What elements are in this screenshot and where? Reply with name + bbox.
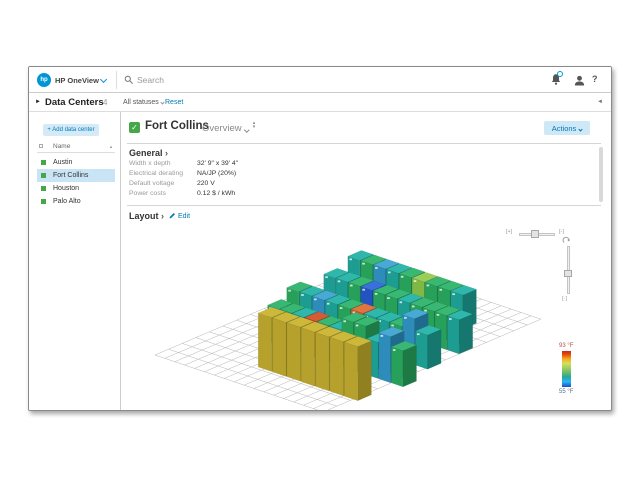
pencil-icon — [169, 212, 176, 219]
zoom-in-label[interactable]: [+] — [506, 229, 512, 235]
item-count: 4 — [103, 98, 107, 107]
brand-menu-chevron-icon[interactable] — [100, 76, 107, 83]
search-icon — [124, 75, 134, 85]
field-value: 0.12 $ / kWh — [197, 190, 235, 197]
tilt-slider-handle[interactable] — [564, 270, 572, 277]
layout-3d-view[interactable] — [127, 223, 605, 411]
resource-title: Fort Collins — [145, 120, 209, 132]
sidebar: + Add data center Name ▲ Austin Fort Col… — [29, 112, 121, 411]
divider — [127, 143, 601, 144]
status-ok-icon — [41, 186, 46, 191]
temperature-scale — [562, 351, 571, 387]
field-label: Default voltage — [129, 180, 174, 187]
status-column-icon — [39, 144, 43, 148]
status-ok-icon — [41, 173, 46, 178]
field-label: Power costs — [129, 190, 166, 197]
general-section-heading[interactable]: General › — [129, 148, 168, 158]
user-menu-button[interactable] — [574, 73, 585, 91]
chevron-down-icon — [579, 127, 583, 131]
sidebar-item-austin[interactable]: Austin — [37, 156, 115, 169]
expand-menu-icon[interactable]: ► — [35, 99, 41, 105]
name-column-header: Name — [53, 143, 70, 150]
app-window: hp HP OneView Search — [28, 66, 612, 411]
chevron-down-icon — [244, 127, 249, 132]
field-value: 220 V — [197, 180, 215, 187]
hp-logo-icon: hp — [37, 73, 51, 87]
content-area: + Add data center Name ▲ Austin Fort Col… — [29, 112, 611, 411]
reset-filter-link[interactable]: Reset — [165, 99, 183, 106]
edit-layout-link[interactable]: Edit — [169, 212, 190, 220]
temperature-max-label: 93 °F — [559, 343, 573, 349]
user-icon — [574, 75, 585, 86]
sidebar-item-fort-collins[interactable]: Fort Collins — [37, 169, 115, 182]
brand-name: HP OneView — [55, 76, 99, 85]
help-button[interactable]: ? — [592, 74, 598, 84]
status-ok-icon — [41, 160, 46, 165]
sort-asc-icon: ▲ — [109, 144, 113, 149]
sidebar-item-houston[interactable]: Houston — [37, 182, 115, 195]
top-bar: hp HP OneView Search — [29, 67, 611, 93]
filter-bar: ► Data Centers 4 All statuses Reset ◄ — [29, 93, 611, 112]
scrollbar[interactable] — [599, 147, 603, 202]
zoom-slider-handle[interactable] — [531, 230, 539, 238]
field-label: Electrical derating — [129, 170, 183, 177]
search-input[interactable]: Search — [137, 75, 164, 85]
divider — [127, 205, 601, 206]
tilt-slider-mark: [·] — [562, 296, 567, 302]
view-selector-dropdown[interactable]: Overview — [202, 123, 248, 134]
collapse-panel-icon[interactable]: ◄ — [597, 99, 603, 105]
status-ok-icon — [41, 199, 46, 204]
field-label: Width x depth — [129, 160, 171, 167]
temperature-min-label: 55 °F — [559, 389, 573, 395]
status-filter-dropdown[interactable]: All statuses — [123, 99, 164, 106]
layout-section-heading[interactable]: Layout › — [129, 211, 164, 221]
field-value: 32' 9" x 39' 4" — [197, 160, 238, 167]
add-data-center-button[interactable]: + Add data center — [43, 124, 99, 136]
activity-updown-icon[interactable]: ▴▾ — [250, 121, 258, 129]
divider — [116, 71, 117, 89]
main-panel: ✓ Fort Collins Overview ▴▾ Actions Gener… — [122, 112, 611, 411]
sidebar-item-palo-alto[interactable]: Palo Alto — [37, 195, 115, 208]
chevron-down-icon — [160, 100, 164, 104]
list-header[interactable]: Name ▲ — [37, 142, 115, 153]
page-title: Data Centers — [45, 97, 104, 108]
rotate-icon[interactable] — [562, 236, 571, 245]
zoom-out-label[interactable]: [-] — [559, 229, 564, 235]
notifications-button[interactable] — [550, 73, 562, 91]
notification-badge — [557, 71, 563, 77]
field-value: NA/JP (20%) — [197, 170, 236, 177]
actions-button[interactable]: Actions — [544, 121, 590, 135]
desktop: hp HP OneView Search — [0, 0, 640, 480]
status-ok-check-icon: ✓ — [129, 122, 140, 133]
